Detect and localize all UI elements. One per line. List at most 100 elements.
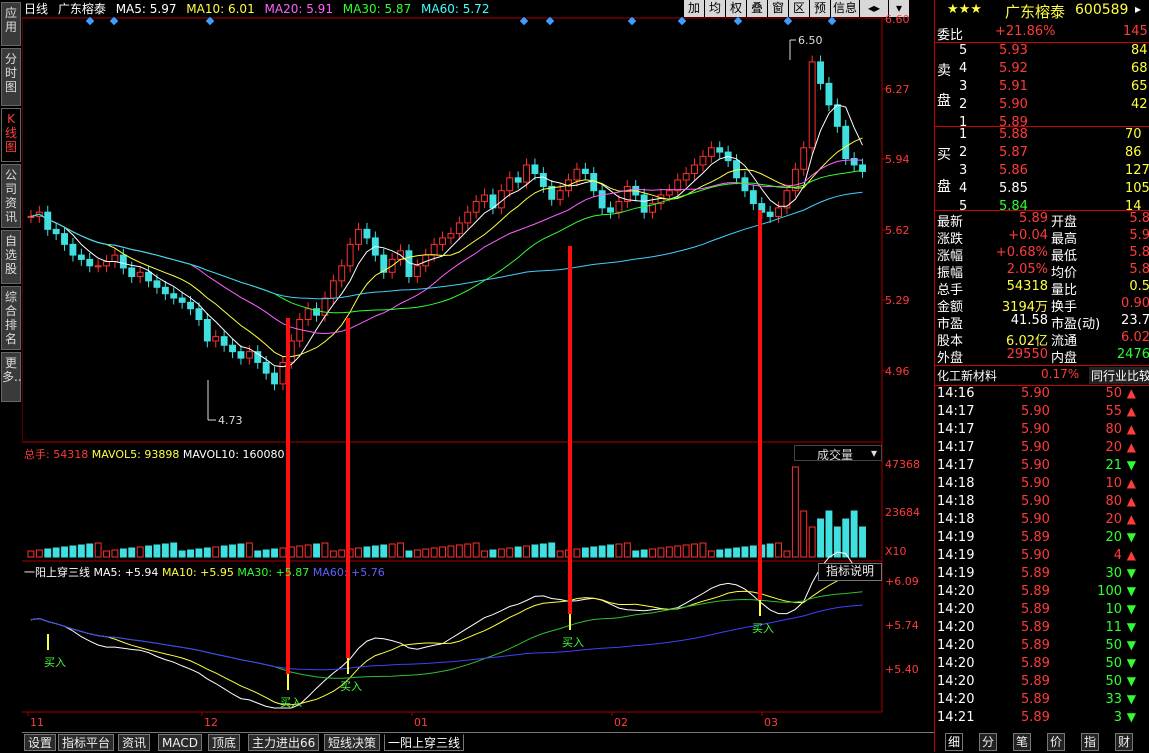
candle[interactable] (817, 61, 824, 84)
candle[interactable] (346, 243, 354, 267)
candle[interactable] (539, 173, 547, 187)
candle[interactable] (111, 254, 119, 263)
volume-indicator-select[interactable]: 成交量 ▾ (794, 445, 882, 462)
candle[interactable] (52, 228, 60, 235)
indicator-tab-4[interactable]: 顶底 (208, 734, 241, 751)
candle[interactable] (598, 190, 606, 209)
expand-icon[interactable]: ▸ (1135, 2, 1141, 16)
candle[interactable] (749, 190, 757, 205)
toolbar-button-8[interactable]: ◂▸ (860, 0, 888, 17)
candle[interactable] (607, 207, 614, 213)
candle[interactable] (430, 243, 438, 256)
sell-level-row[interactable]: 5 5.93 84 (935, 43, 1149, 61)
indicator-tab-5[interactable]: 主力进出66 (248, 734, 320, 751)
candle[interactable] (203, 318, 211, 342)
indicator-tab-1[interactable]: 指标平台 (58, 734, 115, 751)
candle[interactable] (229, 344, 236, 353)
sell-level-row[interactable]: 3 5.91 65 (935, 79, 1149, 97)
sell-level-row[interactable]: 4 5.92 68 (935, 61, 1149, 79)
candle[interactable] (481, 194, 488, 202)
candle[interactable] (44, 211, 52, 230)
candle[interactable] (279, 361, 287, 385)
candle[interactable] (212, 336, 220, 342)
candle[interactable] (145, 271, 152, 282)
buy-level-row[interactable]: 3 5.86 127 (935, 163, 1149, 181)
candle[interactable] (733, 160, 740, 179)
candle[interactable] (514, 177, 522, 183)
candle[interactable] (103, 261, 110, 267)
toolbar-button-2[interactable]: 权 (726, 0, 746, 17)
candle[interactable] (170, 293, 178, 299)
left-tab-0[interactable]: 应用 (1, 2, 21, 46)
candle[interactable] (455, 222, 463, 235)
candle[interactable] (682, 173, 690, 181)
candle[interactable] (153, 280, 161, 288)
candle[interactable] (640, 194, 648, 213)
candle[interactable] (665, 190, 673, 196)
candle[interactable] (464, 211, 472, 224)
quote-tab-5[interactable]: 财 (1115, 733, 1133, 751)
candle[interactable] (766, 211, 774, 217)
candle[interactable] (355, 228, 362, 245)
candle[interactable] (237, 351, 245, 359)
kline-chart-svg[interactable]: 6.504.73买入买入买入买入买入11 12 01 02 03 (22, 0, 934, 732)
left-tab-6[interactable]: 更多.. (1, 352, 22, 402)
candle[interactable] (691, 164, 698, 175)
candle[interactable] (775, 207, 782, 217)
toolbar-button-5[interactable]: 区 (789, 0, 809, 17)
candle[interactable] (615, 200, 623, 213)
candle[interactable] (245, 351, 253, 359)
left-tab-3[interactable]: 公司资讯 (1, 164, 21, 228)
candle[interactable] (716, 147, 724, 153)
candle[interactable] (178, 297, 186, 303)
candle[interactable] (61, 233, 68, 245)
left-tab-2[interactable]: K线图 (1, 108, 21, 162)
candle[interactable] (94, 265, 102, 268)
candle[interactable] (363, 228, 371, 239)
candle[interactable] (581, 168, 589, 175)
quote-tab-1[interactable]: 分 (979, 733, 997, 751)
toolbar-button-3[interactable]: 叠 (747, 0, 767, 17)
candle[interactable] (119, 254, 127, 269)
candle[interactable] (531, 164, 539, 175)
candle[interactable] (439, 237, 446, 245)
quote-tab-0[interactable]: 细 (945, 733, 963, 751)
candle[interactable] (783, 190, 791, 209)
indicator-tab-7[interactable]: 一阳上穿三线 (384, 734, 465, 751)
candle[interactable] (447, 233, 455, 239)
toolbar-button-6[interactable]: 预 (810, 0, 830, 17)
quote-tab-3[interactable]: 价 (1047, 733, 1065, 751)
candle[interactable] (161, 286, 169, 295)
toolbar-button-7[interactable]: 信息 (831, 0, 859, 17)
candle[interactable] (808, 61, 816, 149)
candle[interactable] (128, 267, 136, 278)
kline-chart-area[interactable]: 6.50 4.73 买入 买入 买入 买入 买入 11 12 01 02 03 (22, 0, 934, 732)
candle[interactable] (187, 301, 194, 310)
left-tab-1[interactable]: 分时图 (1, 48, 21, 106)
candle[interactable] (69, 243, 77, 256)
candle[interactable] (77, 254, 85, 260)
candle[interactable] (195, 308, 203, 320)
indicator-tab-6[interactable]: 短线决策 (324, 734, 381, 751)
candle[interactable] (523, 164, 530, 183)
candle[interactable] (413, 265, 421, 278)
candle[interactable] (338, 265, 346, 282)
candle[interactable] (136, 271, 144, 278)
sell-level-row[interactable]: 2 5.90 42 (935, 97, 1149, 115)
indicator-help-button[interactable]: 指标说明 (818, 563, 882, 581)
toolbar-button-1[interactable]: 均 (705, 0, 725, 17)
candle[interactable] (800, 147, 808, 170)
sector-compare-button[interactable]: 同行业比较 (1089, 367, 1149, 384)
indicator-tab-2[interactable]: 资讯 (118, 734, 151, 751)
toolbar-button-4[interactable]: 窗 (768, 0, 788, 17)
candle[interactable] (556, 190, 564, 200)
quote-tab-4[interactable]: 指 (1081, 733, 1099, 751)
candle[interactable] (329, 280, 337, 299)
buy-level-row[interactable]: 2 5.87 86 (935, 145, 1149, 163)
candle[interactable] (472, 200, 480, 213)
sector-row[interactable]: 化工新材料 0.17% 同行业比较 (935, 367, 1149, 385)
candle[interactable] (262, 361, 270, 374)
indicator-tab-0[interactable]: 设置 (24, 734, 57, 751)
buy-level-row[interactable]: 4 5.85 105 (935, 181, 1149, 199)
toolbar-button-0[interactable]: 加 (684, 0, 704, 17)
